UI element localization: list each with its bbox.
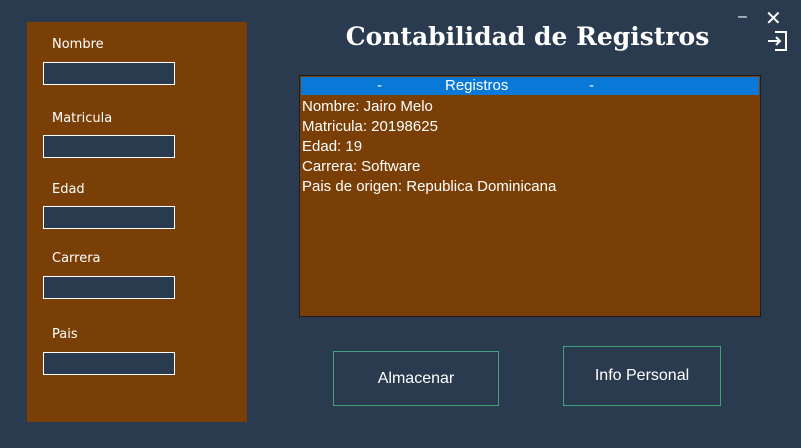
info-personal-button[interactable]: Info Personal [563, 346, 721, 406]
list-item[interactable]: Carrera: Software [302, 157, 420, 177]
list-header-selected[interactable]: - Registros - [301, 77, 759, 95]
list-item[interactable]: Edad: 19 [302, 137, 362, 157]
logout-icon [768, 31, 787, 51]
form-panel: Nombre Matricula Edad Carrera Pais [27, 22, 247, 422]
list-item[interactable]: Nombre: Jairo Melo [302, 97, 433, 117]
nombre-label: Nombre [52, 37, 104, 52]
nombre-input[interactable] [43, 62, 175, 85]
header-label: Registros [445, 77, 509, 94]
list-item[interactable]: Pais de origen: Republica Dominicana [302, 177, 556, 197]
matricula-label: Matricula [52, 111, 113, 126]
edad-input[interactable] [43, 206, 175, 229]
list-item[interactable]: Matricula: 20198625 [302, 117, 438, 137]
close-button[interactable]: ✕ [765, 6, 782, 31]
carrera-label: Carrera [52, 251, 101, 266]
records-listbox[interactable]: - Registros - Nombre: Jairo Melo Matricu… [299, 75, 761, 317]
logout-button[interactable] [765, 29, 789, 53]
minimize-button[interactable]: – [738, 8, 747, 26]
header-right-dash: - [589, 77, 594, 94]
pais-label: Pais [52, 327, 78, 342]
page-title: Contabilidad de Registros [345, 22, 710, 51]
edad-label: Edad [52, 182, 85, 197]
pais-input[interactable] [43, 352, 175, 375]
carrera-input[interactable] [43, 276, 175, 299]
matricula-input[interactable] [43, 135, 175, 158]
header-left-dash: - [377, 77, 382, 94]
store-button[interactable]: Almacenar [333, 351, 499, 406]
